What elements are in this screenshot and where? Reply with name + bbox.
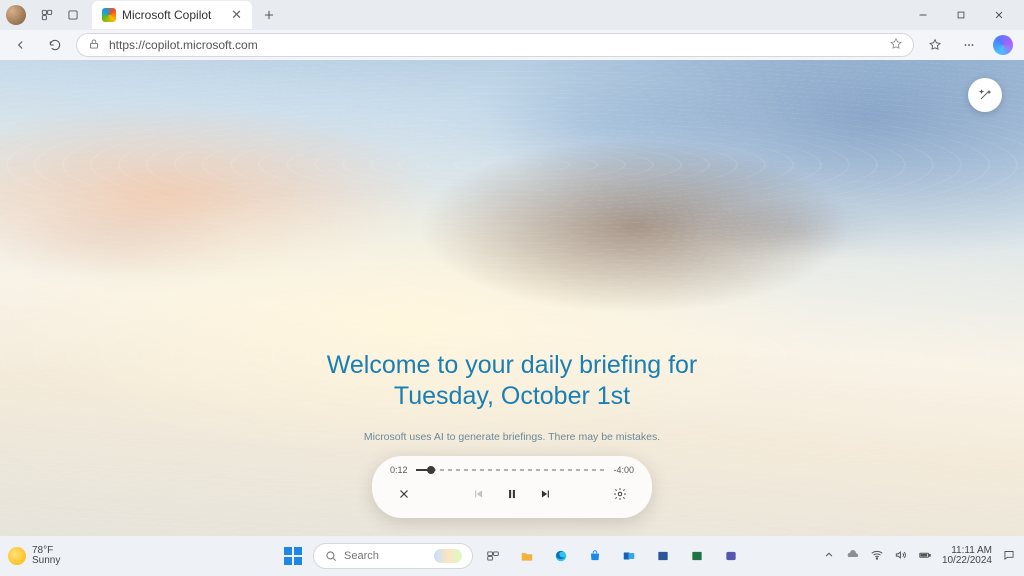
pause-button[interactable] — [498, 480, 526, 508]
task-view-button[interactable] — [479, 542, 507, 570]
app-edge-icon[interactable] — [547, 542, 575, 570]
remaining-time: -4:00 — [613, 465, 634, 475]
copilot-sidebar-button[interactable] — [990, 32, 1016, 58]
app-excel-icon[interactable] — [683, 542, 711, 570]
tab-close-icon[interactable]: ✕ — [231, 7, 242, 23]
weather-desc: Sunny — [32, 556, 60, 567]
profile-avatar[interactable] — [6, 5, 26, 25]
settings-more-button[interactable] — [956, 32, 982, 58]
window-minimize[interactable] — [904, 0, 942, 30]
taskbar-search[interactable]: Search — [313, 543, 473, 569]
notifications-button[interactable] — [1002, 548, 1016, 565]
customize-wand-button[interactable] — [968, 78, 1002, 112]
tab-actions-icon[interactable] — [60, 2, 86, 28]
app-outlook-icon[interactable] — [615, 542, 643, 570]
site-info-lock-icon[interactable] — [87, 37, 101, 54]
weather-sun-icon — [8, 547, 26, 565]
search-icon — [324, 549, 338, 563]
start-button[interactable] — [279, 542, 307, 570]
search-placeholder: Search — [344, 550, 379, 562]
app-explorer-icon[interactable] — [513, 542, 541, 570]
address-bar[interactable]: https://copilot.microsoft.com — [76, 33, 914, 57]
briefing-heading: Welcome to your daily briefing for Tuesd… — [0, 350, 1024, 413]
seek-bar[interactable] — [416, 464, 606, 476]
page-content: Welcome to your daily briefing for Tuesd… — [0, 60, 1024, 536]
tab-title: Microsoft Copilot — [122, 8, 211, 22]
favorites-button[interactable] — [922, 32, 948, 58]
app-store-icon[interactable] — [581, 542, 609, 570]
window-maximize[interactable] — [942, 0, 980, 30]
window-close[interactable] — [980, 0, 1018, 30]
weather-widget[interactable]: 78°F Sunny — [8, 546, 60, 567]
app-teams-icon[interactable] — [717, 542, 745, 570]
tray-chevron-icon[interactable] — [822, 548, 836, 565]
app-word-icon[interactable] — [649, 542, 677, 570]
tray-battery-icon[interactable] — [918, 548, 932, 565]
previous-track-button[interactable] — [464, 480, 492, 508]
url-text: https://copilot.microsoft.com — [109, 38, 881, 52]
browser-tab-active[interactable]: Microsoft Copilot ✕ — [92, 1, 252, 29]
ai-disclaimer: Microsoft uses AI to generate briefings.… — [0, 431, 1024, 443]
player-close-button[interactable] — [390, 480, 418, 508]
tray-onedrive-icon[interactable] — [846, 548, 860, 565]
audio-player: 0:12 -4:00 — [372, 456, 652, 518]
tab-favicon — [102, 8, 116, 22]
search-decor — [434, 549, 462, 563]
elapsed-time: 0:12 — [390, 465, 408, 475]
next-track-button[interactable] — [532, 480, 560, 508]
nav-refresh-button[interactable] — [42, 32, 68, 58]
nav-back-button[interactable] — [8, 32, 34, 58]
favorite-star-icon[interactable] — [889, 37, 903, 54]
workspaces-icon[interactable] — [34, 2, 60, 28]
tray-volume-icon[interactable] — [894, 548, 908, 565]
player-settings-button[interactable] — [606, 480, 634, 508]
system-clock[interactable]: 11:11 AM 10/22/2024 — [942, 546, 992, 567]
tray-wifi-icon[interactable] — [870, 548, 884, 565]
new-tab-button[interactable] — [256, 2, 282, 28]
